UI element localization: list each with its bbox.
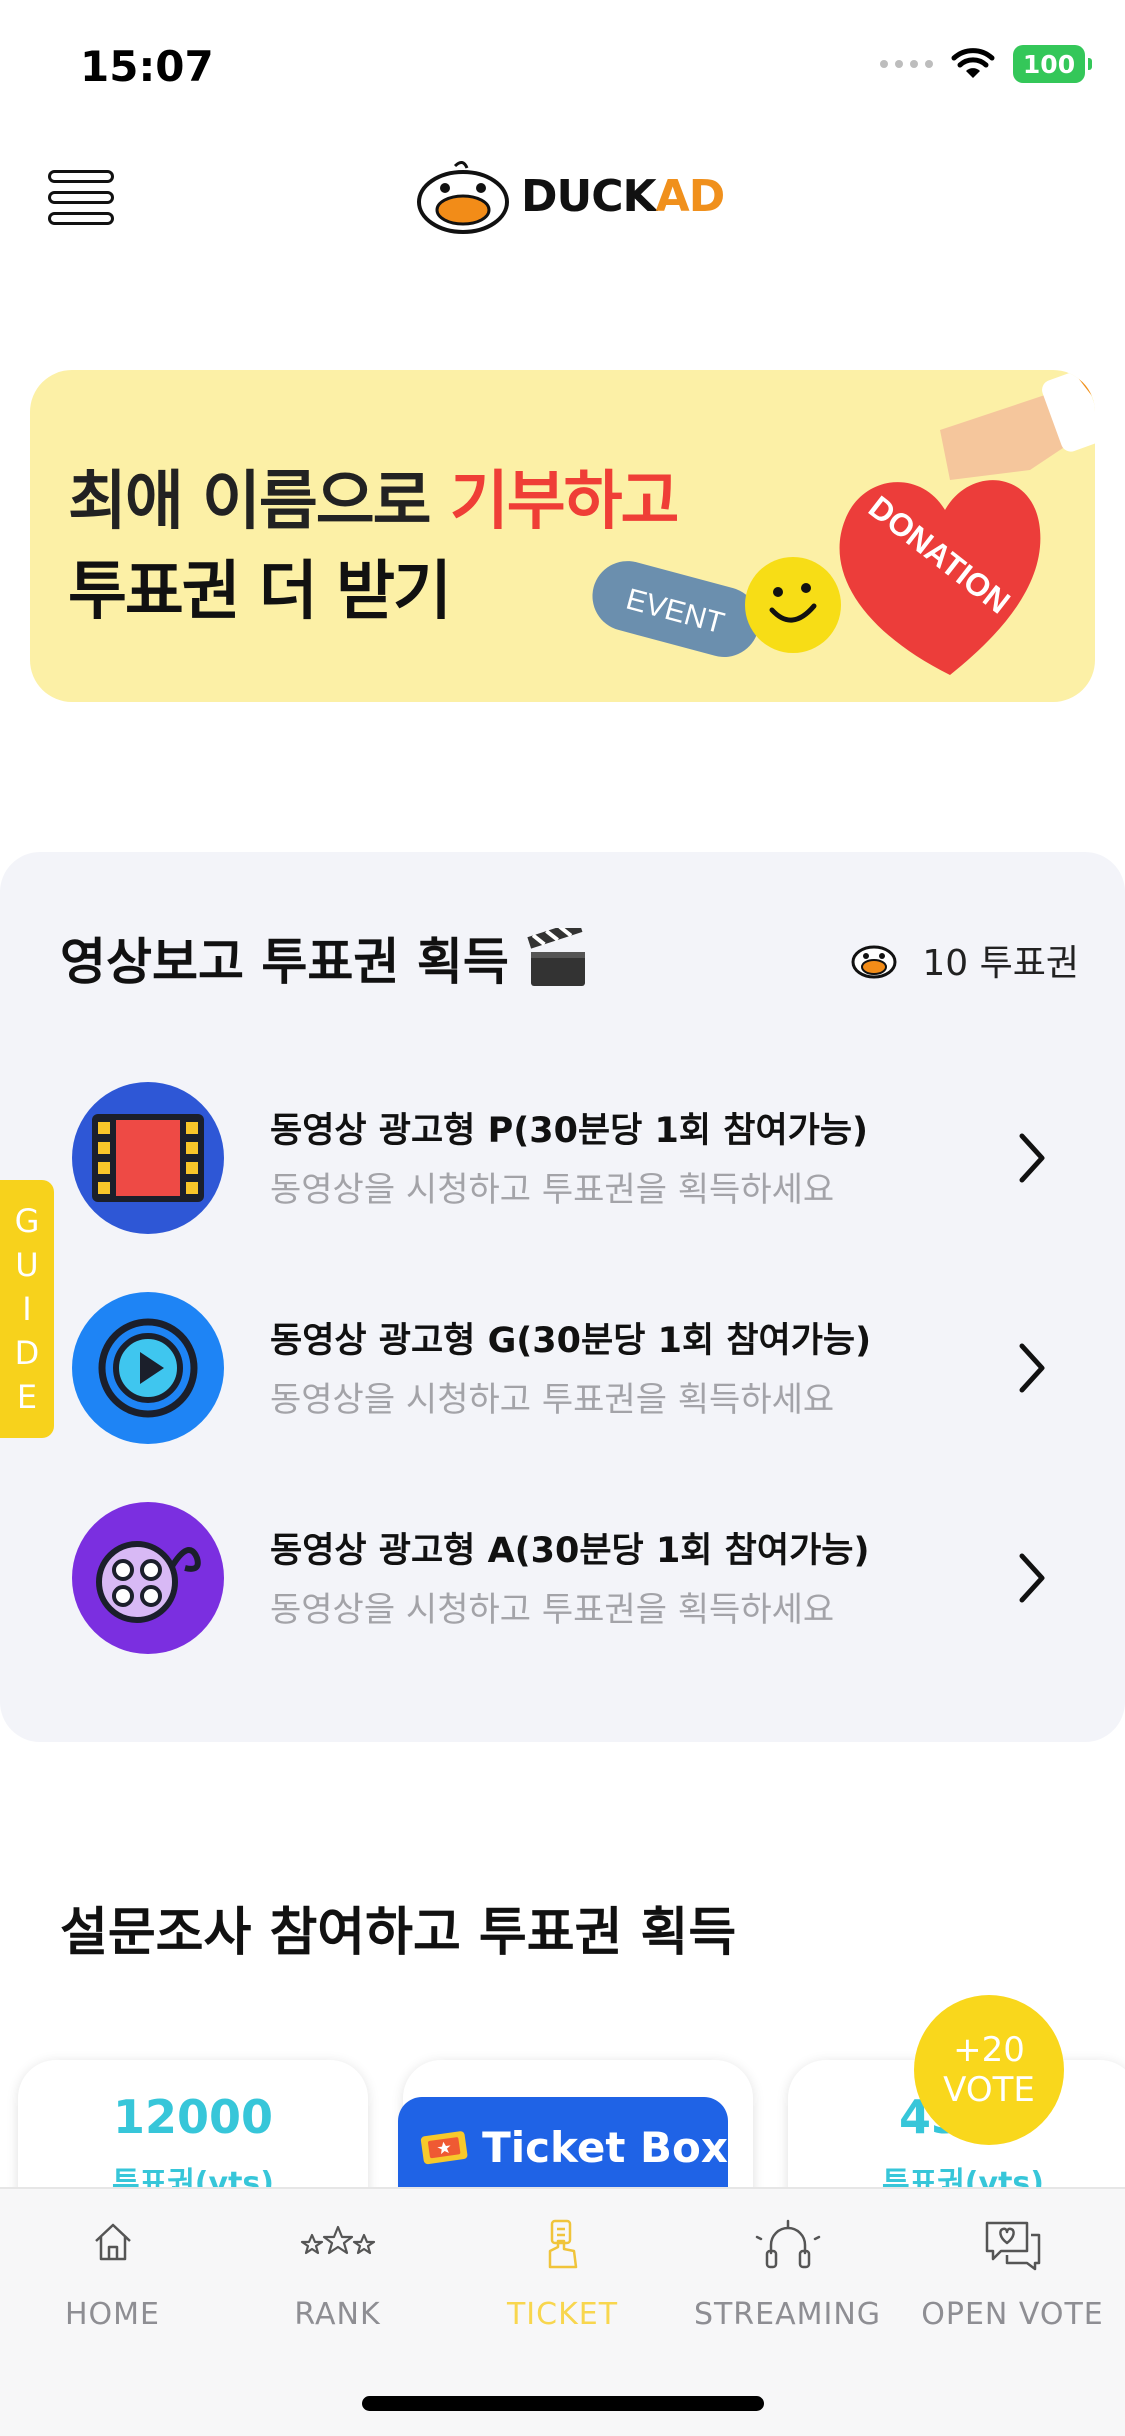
video-ad-subtitle: 동영상을 시청하고 투표권을 획득하세요 <box>270 1380 835 1420</box>
chat-heart-icon <box>985 2221 1040 2271</box>
video-ad-subtitle: 동영상을 시청하고 투표권을 획득하세요 <box>270 1590 835 1630</box>
ticket-box-label: Ticket Box <box>482 2122 728 2172</box>
ticket-icon <box>420 2131 468 2165</box>
duck-mini-icon <box>851 945 897 979</box>
section-title: 영상보고 투표권 획득 <box>60 922 589 994</box>
tab-rank[interactable]: RANK <box>225 2189 450 2359</box>
tab-home[interactable]: HOME <box>0 2189 225 2359</box>
chevron-right-icon <box>1019 1133 1045 1183</box>
video-reward-section: 영상보고 투표권 획득 10 투표권 동영상 광고형 P(30분당 1회 참여가… <box>0 852 1125 1742</box>
home-icon <box>94 2223 131 2261</box>
guide-letter: I <box>22 1290 32 1328</box>
tab-label: TICKET <box>506 2297 619 2332</box>
status-bar: 15:07 100 <box>0 0 1125 130</box>
tab-label: OPEN VOTE <box>921 2297 1104 2332</box>
guide-letter: G <box>14 1202 40 1240</box>
logo: DUCKAD <box>415 158 726 234</box>
ticket-box-button[interactable]: Ticket Box <box>398 2097 728 2197</box>
video-ad-title: 동영상 광고형 G(30분당 1회 참여가능) <box>270 1321 872 1361</box>
clapperboard-icon <box>527 928 585 986</box>
headphones-icon <box>755 2219 820 2269</box>
tab-label: HOME <box>64 2297 160 2332</box>
vote-count: 10 투표권 <box>850 934 1079 986</box>
donation-event-banner[interactable]: 최애 이름으로 기부하고 투표권 더 받기 EVENT DONATION <box>30 370 1095 702</box>
video-ad-item-p[interactable]: 동영상 광고형 P(30분당 1회 참여가능) 동영상을 시청하고 투표권을 획… <box>72 1082 1072 1242</box>
tab-streaming[interactable]: STREAMING <box>675 2189 900 2359</box>
vote-bonus-button[interactable]: +20 VOTE <box>914 1995 1064 2145</box>
wifi-icon <box>951 48 995 78</box>
guide-letter: D <box>14 1334 40 1372</box>
logo-text-duck: DUCK <box>521 170 657 222</box>
vote-bonus-amount: +20 <box>953 2030 1025 2070</box>
logo-text-ad: AD <box>655 170 726 222</box>
survey-reward-value: 12000 <box>112 2090 274 2144</box>
video-ad-title: 동영상 광고형 A(30분당 1회 참여가능) <box>270 1531 870 1571</box>
signal-icon <box>880 60 933 68</box>
battery-indicator: 100 <box>1013 45 1092 83</box>
tab-label: RANK <box>294 2297 381 2332</box>
guide-letter: U <box>15 1246 39 1284</box>
chevron-right-icon <box>1019 1553 1045 1603</box>
film-reel-icon <box>72 1502 224 1654</box>
guide-letter: E <box>16 1378 38 1416</box>
survey-section-title: 설문조사 참여하고 투표권 획득 <box>60 1903 737 1963</box>
video-ad-item-a[interactable]: 동영상 광고형 A(30분당 1회 참여가능) 동영상을 시청하고 투표권을 획… <box>72 1502 1072 1662</box>
tab-open-vote[interactable]: OPEN VOTE <box>900 2189 1125 2359</box>
menu-button[interactable] <box>48 170 114 228</box>
video-ad-item-g[interactable]: 동영상 광고형 G(30분당 1회 참여가능) 동영상을 시청하고 투표권을 획… <box>72 1292 1072 1452</box>
stars-icon <box>300 2225 375 2255</box>
video-ad-title: 동영상 광고형 P(30분당 1회 참여가능) <box>270 1111 869 1151</box>
video-ad-subtitle: 동영상을 시청하고 투표권을 획득하세요 <box>270 1170 835 1210</box>
ticket-hand-icon <box>548 2219 577 2269</box>
home-indicator <box>362 2396 764 2411</box>
donation-illustration: EVENT DONATION <box>592 370 1095 675</box>
tab-ticket[interactable]: TICKET <box>450 2189 675 2359</box>
duck-logo-icon <box>417 161 509 234</box>
banner-subheadline: 투표권 더 받기 <box>68 555 452 629</box>
status-indicators: 100 <box>880 45 1092 83</box>
guide-tab[interactable]: G U I D E <box>0 1180 54 1438</box>
chevron-right-icon <box>1019 1343 1045 1393</box>
play-icon <box>72 1292 224 1444</box>
tab-label: STREAMING <box>693 2297 882 2332</box>
status-time: 15:07 <box>80 42 214 91</box>
film-icon <box>72 1082 224 1234</box>
vote-bonus-label: VOTE <box>943 2070 1035 2110</box>
